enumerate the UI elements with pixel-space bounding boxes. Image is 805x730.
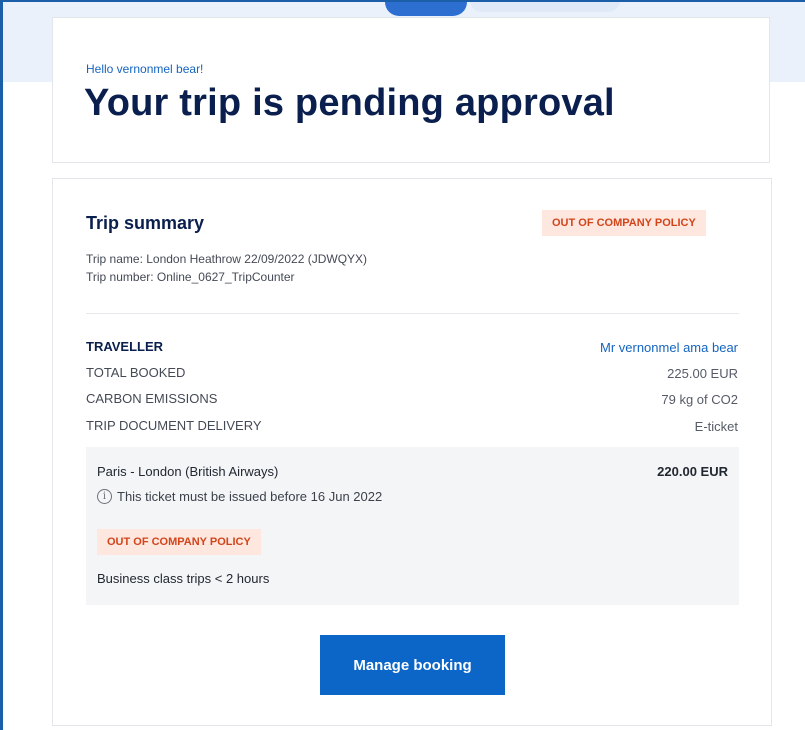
out-of-policy-badge: OUT OF COMPANY POLICY <box>542 210 706 236</box>
document-delivery-value: E-ticket <box>694 419 738 434</box>
document-delivery-label: TRIP DOCUMENT DELIVERY <box>86 418 262 433</box>
policy-reason-text: Business class trips < 2 hours <box>97 571 270 586</box>
ticket-deadline-row: i This ticket must be issued before 16 J… <box>97 487 382 505</box>
page-title: Your trip is pending approval <box>84 82 615 124</box>
window-top-border <box>0 0 805 2</box>
ticket-deadline-text: This ticket must be issued before 16 Jun… <box>117 488 383 504</box>
header-card: Hello vernonmel bear! Your trip is pendi… <box>52 17 770 163</box>
trip-summary-card: Trip summary OUT OF COMPANY POLICY Trip … <box>52 178 772 726</box>
traveller-label: TRAVELLER <box>86 339 164 354</box>
flight-route-text: Paris - London (British Airways) <box>97 464 279 479</box>
flight-price-text: 220.00 EUR <box>657 464 728 479</box>
flight-segment-box: Paris - London (British Airways) 220.00 … <box>86 447 739 605</box>
traveller-name-link[interactable]: Mr vernonmel ama bear <box>600 340 738 355</box>
summary-divider <box>86 313 739 314</box>
carbon-emissions-label: CARBON EMISSIONS <box>86 391 218 406</box>
segment-out-of-policy-badge: OUT OF COMPANY POLICY <box>97 529 261 555</box>
total-booked-value: 225.00 EUR <box>667 366 738 381</box>
manage-booking-button[interactable]: Manage booking <box>320 635 505 695</box>
trip-number-text: Trip number: Online_0627_TripCounter <box>86 270 295 284</box>
trip-name-text: Trip name: London Heathrow 22/09/2022 (J… <box>86 252 368 266</box>
total-booked-label: TOTAL BOOKED <box>86 365 186 380</box>
trip-summary-title: Trip summary <box>86 213 205 233</box>
email-frame: Hello vernonmel bear! Your trip is pendi… <box>0 0 805 730</box>
greeting-text: Hello vernonmel bear! <box>86 62 204 76</box>
carbon-emissions-value: 79 kg of CO2 <box>661 392 738 407</box>
info-icon: i <box>97 488 112 504</box>
window-left-border <box>0 0 3 730</box>
header-band-accent <box>385 0 467 16</box>
